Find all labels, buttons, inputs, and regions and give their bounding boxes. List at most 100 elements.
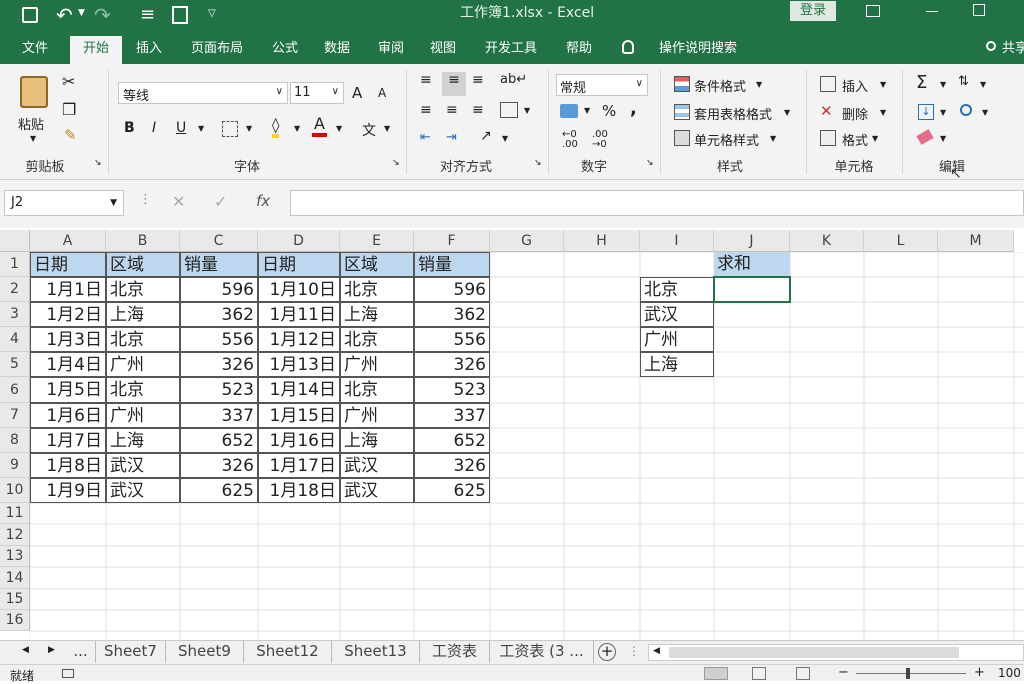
find-dropdown-icon[interactable]: ▼ [982, 108, 988, 117]
clear-dropdown-icon[interactable]: ▼ [940, 134, 946, 143]
tab-file[interactable]: 文件 [14, 34, 56, 64]
column-header-a[interactable]: A [30, 230, 106, 252]
align-bottom-icon[interactable]: ≡ [472, 72, 484, 88]
table-format-dropdown-icon[interactable]: ▼ [784, 108, 790, 117]
decrease-indent-icon[interactable]: ⇤ [420, 130, 431, 145]
data-cell[interactable]: 596 [414, 277, 490, 302]
row-header-11[interactable]: 11 [0, 503, 30, 524]
data-cell[interactable]: 1月7日 [30, 428, 106, 453]
data-cell[interactable]: 上海 [340, 302, 414, 327]
page-break-view-icon[interactable] [796, 667, 810, 680]
row-header-2[interactable]: 2 [0, 277, 30, 302]
fill-color-dropdown-icon[interactable]: ▼ [294, 124, 300, 133]
orientation-dropdown-icon[interactable]: ▼ [502, 134, 508, 143]
number-format-select[interactable]: 常规 ∨ [556, 74, 648, 96]
cut-icon[interactable]: ✂ [62, 72, 75, 91]
number-launcher-icon[interactable]: ↘ [646, 158, 654, 168]
name-box[interactable]: J2 ▼ [4, 190, 124, 216]
chevron-down-icon[interactable]: ▼ [110, 191, 117, 215]
tab-insert[interactable]: 插入 [128, 34, 170, 64]
tab-review[interactable]: 审阅 [370, 34, 412, 64]
cell-styles-button[interactable]: 单元格样式 [694, 130, 759, 149]
sheet-tab-more[interactable]: ... [66, 641, 96, 663]
tab-help[interactable]: 帮助 [558, 34, 600, 64]
minimize-icon[interactable] [926, 11, 938, 12]
formula-input[interactable] [290, 190, 1024, 216]
font-name-select[interactable]: 等线 ∨ [118, 82, 288, 104]
data-cell[interactable]: 556 [180, 327, 258, 352]
accounting-dropdown-icon[interactable]: ▼ [584, 106, 590, 115]
header-cell[interactable]: 区域 [106, 252, 180, 277]
data-cell[interactable]: 广州 [340, 352, 414, 377]
column-header-f[interactable]: F [414, 230, 490, 252]
row-header-8[interactable]: 8 [0, 428, 30, 453]
tab-view[interactable]: 视图 [422, 34, 464, 64]
italic-button[interactable]: I [152, 120, 156, 136]
font-size-select[interactable]: 11 ∨ [290, 82, 344, 104]
undo-dropdown-icon[interactable]: ▼ [78, 8, 85, 18]
data-cell[interactable]: 326 [414, 352, 490, 377]
conditional-format-button[interactable]: 条件格式 [694, 76, 746, 95]
data-cell[interactable]: 1月5日 [30, 377, 106, 403]
data-cell[interactable]: 北京 [106, 377, 180, 403]
chevron-down-icon[interactable]: ∨ [636, 78, 643, 89]
zoom-out-icon[interactable]: − [838, 665, 849, 680]
prev-sheet-icon[interactable]: ◀ [22, 645, 29, 655]
cell-styles-icon[interactable] [674, 130, 690, 146]
percent-button[interactable]: % [602, 102, 616, 120]
tab-data[interactable]: 数据 [316, 34, 358, 64]
delete-dropdown-icon[interactable]: ▼ [880, 108, 886, 117]
format-painter-icon[interactable]: ✎ [64, 126, 77, 144]
data-cell[interactable]: 1月8日 [30, 453, 106, 478]
zoom-in-icon[interactable]: + [974, 665, 985, 680]
insert-dropdown-icon[interactable]: ▼ [880, 80, 886, 89]
header-cell[interactable]: 日期 [258, 252, 340, 277]
clipboard-launcher-icon[interactable]: ↘ [94, 158, 102, 168]
data-cell[interactable]: 1月6日 [30, 403, 106, 428]
row-header-10[interactable]: 10 [0, 478, 30, 503]
underline-button[interactable]: U [176, 120, 186, 136]
tab-formulas[interactable]: 公式 [264, 34, 306, 64]
customize-toolbar-icon[interactable]: ▽ [208, 8, 216, 19]
paste-button-label[interactable]: 粘贴 [18, 114, 44, 133]
data-cell[interactable]: 上海 [106, 428, 180, 453]
row-header-14[interactable]: 14 [0, 567, 30, 589]
align-center-icon[interactable]: ≡ [446, 102, 458, 118]
maximize-icon[interactable] [973, 4, 985, 16]
grow-font-icon[interactable]: A [352, 84, 362, 102]
data-cell[interactable]: 652 [180, 428, 258, 453]
column-header-m[interactable]: M [938, 230, 1014, 252]
data-cell[interactable]: 武汉 [106, 453, 180, 478]
save-icon[interactable] [22, 7, 38, 23]
worksheet-grid[interactable]: ABCDEFGHIJKLM 1 2 3 4 5 6 7 8 9 10 11 12 13 14 15 16 日期… [0, 230, 1024, 640]
normal-view-icon[interactable] [704, 667, 728, 680]
merge-center-icon[interactable] [500, 102, 518, 118]
data-cell[interactable]: 上海 [340, 428, 414, 453]
header-cell[interactable]: 日期 [30, 252, 106, 277]
row-header-9[interactable]: 9 [0, 453, 30, 478]
data-cell[interactable]: 广州 [106, 352, 180, 377]
insert-function-icon[interactable]: fx [256, 192, 270, 210]
data-cell[interactable]: 326 [180, 352, 258, 377]
format-cells-icon[interactable] [820, 130, 836, 146]
row-header-1[interactable]: 1 [0, 252, 30, 277]
zoom-level[interactable]: 100 [998, 666, 1021, 680]
row-header-16[interactable]: 16 [0, 610, 30, 631]
redo-icon[interactable]: ↷ [94, 3, 111, 27]
delete-cells-icon[interactable]: ✕ [820, 102, 833, 120]
data-cell[interactable]: 1月3日 [30, 327, 106, 352]
column-header-h[interactable]: H [564, 230, 640, 252]
tab-page-layout[interactable]: 页面布局 [182, 34, 252, 64]
delete-cells-button[interactable]: 删除 [842, 104, 868, 123]
tab-split-handle-icon[interactable]: ⋮ [628, 644, 640, 658]
page-layout-view-icon[interactable] [752, 667, 766, 680]
data-cell[interactable]: 625 [180, 478, 258, 503]
data-cell[interactable]: 337 [414, 403, 490, 428]
ribbon-display-icon[interactable] [866, 5, 880, 17]
data-cell[interactable]: 326 [180, 453, 258, 478]
data-cell[interactable]: 523 [414, 377, 490, 403]
column-header-b[interactable]: B [106, 230, 180, 252]
format-cells-button[interactable]: 格式 [842, 130, 868, 149]
conditional-dropdown-icon[interactable]: ▼ [756, 80, 762, 89]
column-header-j[interactable]: J [714, 230, 790, 252]
